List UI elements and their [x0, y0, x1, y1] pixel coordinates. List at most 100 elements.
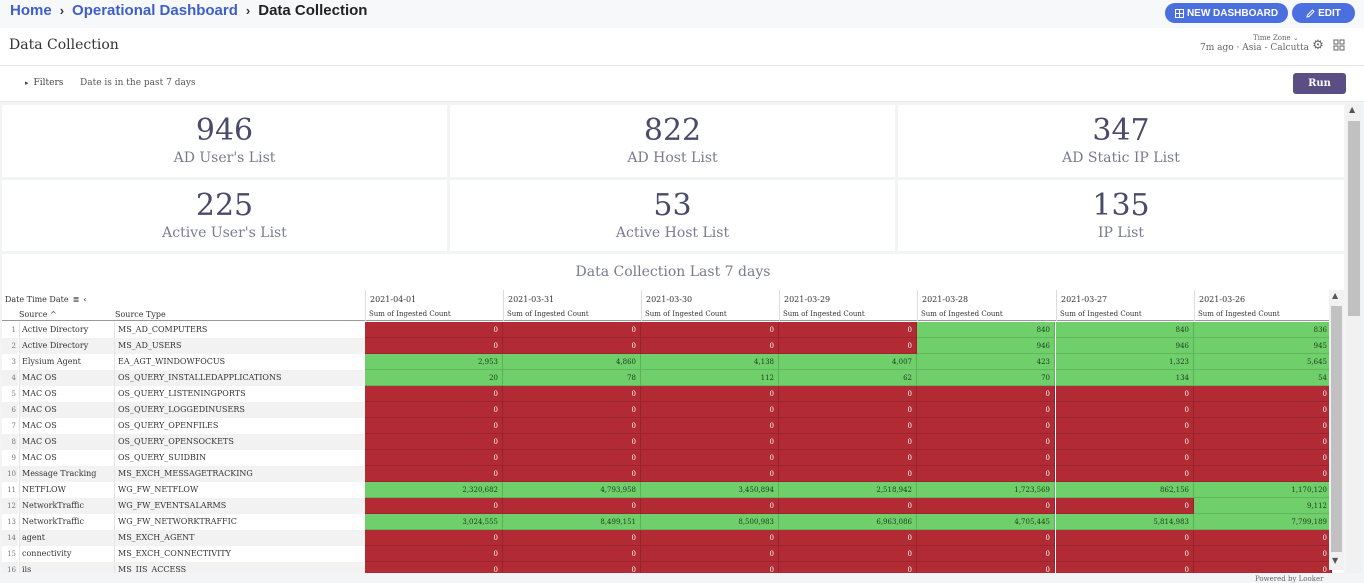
ingested-count-cell[interactable]: 0 — [503, 386, 641, 402]
ingested-count-cell[interactable]: 0 — [365, 562, 503, 573]
ingested-count-cell[interactable]: 0 — [503, 338, 641, 354]
source-type-cell[interactable]: OS_QUERY_OPENSOCKETS — [114, 434, 365, 450]
column-header-source[interactable]: Source ^ — [19, 310, 57, 319]
ingested-count-cell[interactable]: 4,705,445 — [917, 514, 1055, 530]
ingested-count-cell[interactable]: 3,450,894 — [641, 482, 779, 498]
ingested-count-cell[interactable]: 0 — [917, 386, 1055, 402]
ingested-count-cell[interactable]: 0 — [1056, 402, 1194, 418]
ingested-count-cell[interactable]: 840 — [1056, 322, 1194, 338]
ingested-count-cell[interactable]: 2,953 — [365, 354, 503, 370]
date-column-header[interactable]: 2021-03-31 Sum of Ingested Count — [503, 290, 641, 321]
date-column-header[interactable]: 2021-03-30 Sum of Ingested Count — [641, 290, 779, 321]
ingested-count-cell[interactable]: 8,500,983 — [641, 514, 779, 530]
ingested-count-cell[interactable]: 0 — [1194, 450, 1332, 466]
ingested-count-cell[interactable]: 0 — [365, 498, 503, 514]
scrollbar-thumb[interactable] — [1331, 306, 1342, 552]
ingested-count-cell[interactable]: 5,814,983 — [1056, 514, 1194, 530]
ingested-count-cell[interactable]: 4,793,958 — [503, 482, 641, 498]
ingested-count-cell[interactable]: 0 — [1056, 434, 1194, 450]
table-scrollbar[interactable]: ▲ ▼ — [1329, 290, 1344, 570]
source-cell[interactable]: MAC OS — [19, 434, 114, 450]
source-cell[interactable]: MAC OS — [19, 418, 114, 434]
source-type-cell[interactable]: MS_AD_COMPUTERS — [114, 322, 365, 338]
ingested-count-cell[interactable]: 1,170,120 — [1194, 482, 1332, 498]
ingested-count-cell[interactable]: 0 — [503, 546, 641, 562]
ingested-count-cell[interactable]: 0 — [779, 562, 917, 573]
timezone-label[interactable]: Time Zone ⌄ — [1253, 34, 1299, 42]
source-type-cell[interactable]: OS_QUERY_LISTENINGPORTS — [114, 386, 365, 402]
ingested-count-cell[interactable]: 0 — [503, 498, 641, 514]
ingested-count-cell[interactable]: 0 — [641, 466, 779, 482]
ingested-count-cell[interactable]: 0 — [503, 434, 641, 450]
ingested-count-cell[interactable]: 0 — [917, 418, 1055, 434]
ingested-count-cell[interactable]: 0 — [503, 322, 641, 338]
ingested-count-cell[interactable]: 112 — [641, 370, 779, 386]
ingested-count-cell[interactable]: 0 — [779, 530, 917, 546]
source-type-cell[interactable]: MS_IIS_ACCESS — [114, 562, 365, 573]
ingested-count-cell[interactable]: 0 — [1056, 386, 1194, 402]
edit-button[interactable]: EDIT — [1292, 3, 1355, 23]
source-type-cell[interactable]: OS_QUERY_SUIDBIN — [114, 450, 365, 466]
ingested-count-cell[interactable]: 0 — [641, 498, 779, 514]
ingested-count-cell[interactable]: 0 — [1056, 450, 1194, 466]
ingested-count-cell[interactable]: 0 — [917, 530, 1055, 546]
ingested-count-cell[interactable]: 70 — [917, 370, 1055, 386]
source-cell[interactable]: MAC OS — [19, 402, 114, 418]
ingested-count-cell[interactable]: 0 — [503, 402, 641, 418]
ingested-count-cell[interactable]: 0 — [917, 434, 1055, 450]
ingested-count-cell[interactable]: 0 — [1056, 546, 1194, 562]
source-type-cell[interactable]: MS_EXCH_CONNECTIVITY — [114, 546, 365, 562]
ingested-count-cell[interactable]: 0 — [641, 434, 779, 450]
source-type-cell[interactable]: OS_QUERY_OPENFILES — [114, 418, 365, 434]
source-cell[interactable]: Active Directory — [19, 338, 114, 354]
pivot-menu-icon[interactable]: ≣ — [73, 295, 80, 304]
source-cell[interactable]: NetworkTraffic — [19, 514, 114, 530]
source-cell[interactable]: MAC OS — [19, 386, 114, 402]
ingested-count-cell[interactable]: 1,323 — [1056, 354, 1194, 370]
ingested-count-cell[interactable]: 5,645 — [1194, 354, 1332, 370]
ingested-count-cell[interactable]: 0 — [779, 498, 917, 514]
source-cell[interactable]: agent — [19, 530, 114, 546]
source-cell[interactable]: connectivity — [19, 546, 114, 562]
ingested-count-cell[interactable]: 0 — [779, 386, 917, 402]
ingested-count-cell[interactable]: 862,156 — [1056, 482, 1194, 498]
date-column-header[interactable]: 2021-04-01 Sum of Ingested Count — [365, 290, 503, 321]
ingested-count-cell[interactable]: 0 — [365, 450, 503, 466]
source-type-cell[interactable]: WG_FW_NETFLOW — [114, 482, 365, 498]
filters-toggle[interactable]: ▸ Filters — [25, 78, 63, 88]
ingested-count-cell[interactable]: 0 — [1056, 418, 1194, 434]
ingested-count-cell[interactable]: 9,112 — [1194, 498, 1332, 514]
ingested-count-cell[interactable]: 0 — [365, 338, 503, 354]
ingested-count-cell[interactable]: 0 — [641, 530, 779, 546]
ingested-count-cell[interactable]: 2,320,682 — [365, 482, 503, 498]
ingested-count-cell[interactable]: 0 — [779, 418, 917, 434]
ingested-count-cell[interactable]: 4,007 — [779, 354, 917, 370]
scrollbar-thumb[interactable] — [1348, 121, 1360, 316]
ingested-count-cell[interactable]: 0 — [365, 322, 503, 338]
column-header-source-type[interactable]: Source Type — [115, 310, 166, 319]
ingested-count-cell[interactable]: 0 — [1056, 498, 1194, 514]
ingested-count-cell[interactable]: 0 — [1194, 530, 1332, 546]
source-cell[interactable]: NetworkTraffic — [19, 498, 114, 514]
ingested-count-cell[interactable]: 62 — [779, 370, 917, 386]
ingested-count-cell[interactable]: 0 — [779, 434, 917, 450]
date-column-header[interactable]: 2021-03-26 Sum of Ingested Count — [1194, 290, 1332, 321]
ingested-count-cell[interactable]: 0 — [641, 450, 779, 466]
ingested-count-cell[interactable]: 1,723,569 — [917, 482, 1055, 498]
source-cell[interactable]: MAC OS — [19, 450, 114, 466]
ingested-count-cell[interactable]: 0 — [365, 530, 503, 546]
ingested-count-cell[interactable]: 4,860 — [503, 354, 641, 370]
ingested-count-cell[interactable]: 0 — [503, 450, 641, 466]
run-button[interactable]: Run — [1293, 73, 1346, 94]
breadcrumb-home-link[interactable]: Home — [10, 2, 52, 19]
ingested-count-cell[interactable]: 0 — [503, 530, 641, 546]
ingested-count-cell[interactable]: 8,499,151 — [503, 514, 641, 530]
ingested-count-cell[interactable]: 0 — [641, 402, 779, 418]
source-type-cell[interactable]: WG_FW_NETWORKTRAFFIC — [114, 514, 365, 530]
ingested-count-cell[interactable]: 0 — [503, 466, 641, 482]
ingested-count-cell[interactable]: 54 — [1194, 370, 1332, 386]
ingested-count-cell[interactable]: 0 — [917, 546, 1055, 562]
ingested-count-cell[interactable]: 0 — [1056, 562, 1194, 573]
ingested-count-cell[interactable]: 0 — [1056, 466, 1194, 482]
source-type-cell[interactable]: EA_AGT_WINDOWFOCUS — [114, 354, 365, 370]
